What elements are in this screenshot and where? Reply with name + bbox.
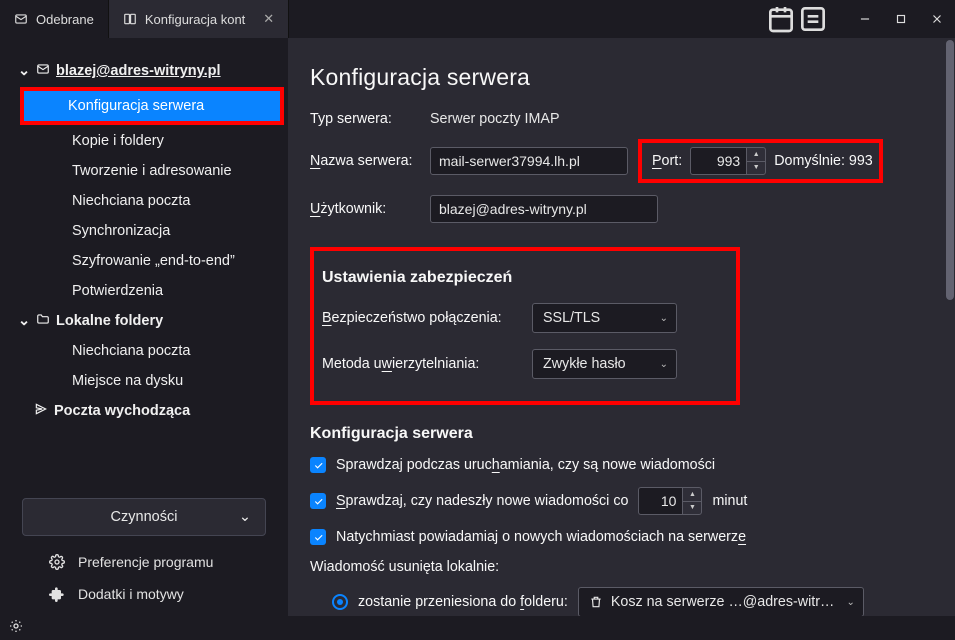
chevron-down-icon: ⌄ — [660, 313, 668, 324]
spin-up-icon[interactable]: ▲ — [683, 488, 701, 501]
port-input[interactable] — [690, 147, 746, 175]
check-interval-label: Sprawdzaj, czy nadeszły nowe wiadomości … — [336, 493, 628, 509]
tasks-icon[interactable] — [797, 0, 829, 38]
page-title: Konfiguracja serwera — [310, 64, 929, 91]
server-name-label: Nazwa serwera: — [310, 153, 420, 169]
maximize-button[interactable] — [883, 0, 919, 38]
folder-icon — [36, 312, 50, 330]
preferences-link[interactable]: Preferencje programu — [0, 546, 288, 578]
chevron-down-icon: ⌄ — [18, 313, 30, 329]
close-window-button[interactable] — [919, 0, 955, 38]
chevron-down-icon: ⌄ — [18, 63, 30, 79]
check-startup-label: Sprawdzaj podczas uruchamiania, czy są n… — [336, 457, 715, 473]
check-interval-input[interactable] — [638, 487, 682, 515]
close-tab-icon[interactable]: ✕ — [263, 11, 274, 27]
move-to-folder-radio[interactable] — [332, 594, 348, 610]
local-folders-label: Lokalne foldery — [56, 313, 163, 329]
envelope-icon — [36, 62, 50, 80]
connection-security-label: Bezpieczeństwo połączenia: — [322, 310, 522, 326]
account-email: blazej@adres-witryny.pl — [56, 63, 221, 79]
notify-label: Natychmiast powiadamiaj o nowych wiadomo… — [336, 529, 746, 545]
tab-account-config[interactable]: Konfiguracja kont ✕ — [109, 0, 289, 38]
tab-inbox[interactable]: Odebrane — [0, 0, 109, 38]
sidebar-item-local-junk[interactable]: Niechciana poczta — [0, 336, 288, 366]
chevron-down-icon: ⌄ — [660, 359, 668, 370]
spin-up-icon[interactable]: ▲ — [747, 148, 765, 161]
server-type-label: Typ serwera: — [310, 111, 420, 127]
addons-link[interactable]: Dodatki i motywy — [0, 578, 288, 610]
actions-label: Czynności — [111, 509, 178, 525]
actions-button[interactable]: Czynności ⌄ — [22, 498, 266, 536]
port-label: Port: — [652, 153, 682, 169]
deleted-locally-label: Wiadomość usunięta lokalnie: — [310, 559, 929, 575]
gear-icon — [48, 554, 66, 570]
sync-status-icon[interactable] — [8, 618, 24, 639]
trash-folder-select[interactable]: Kosz na serwerze …@adres-witryny.pl ⌄ — [578, 587, 864, 616]
account-node[interactable]: ⌄ blazej@adres-witryny.pl — [0, 56, 288, 86]
preferences-label: Preferencje programu — [78, 554, 213, 570]
statusbar — [0, 616, 955, 640]
sidebar: ⌄ blazej@adres-witryny.pl Konfiguracja s… — [0, 38, 288, 616]
outgoing-label: Poczta wychodząca — [54, 403, 190, 419]
sidebar-item-copies[interactable]: Kopie i foldery — [0, 126, 288, 156]
port-highlight: Port: ▲ ▼ Domyślnie: 993 — [638, 139, 883, 183]
outgoing-icon — [34, 402, 48, 420]
server-type-value: Serwer poczty IMAP — [430, 111, 560, 127]
sidebar-item-junk[interactable]: Niechciana poczta — [0, 186, 288, 216]
sidebar-item-e2e[interactable]: Szyfrowanie „end-to-end” — [0, 246, 288, 276]
minimize-button[interactable] — [847, 0, 883, 38]
sidebar-item-compose[interactable]: Tworzenie i adresowanie — [0, 156, 288, 186]
calendar-icon[interactable] — [765, 0, 797, 38]
local-folders-node[interactable]: ⌄ Lokalne foldery — [0, 306, 288, 336]
content-pane: Konfiguracja serwera Typ serwera: Serwer… — [288, 38, 955, 616]
connection-security-select[interactable]: SSL/TLS ⌄ — [532, 303, 677, 333]
sidebar-item-receipts[interactable]: Potwierdzenia — [0, 276, 288, 306]
puzzle-icon — [48, 586, 66, 602]
sidebar-item-server-config[interactable]: Konfiguracja serwera — [24, 91, 280, 121]
addons-label: Dodatki i motywy — [78, 586, 184, 602]
account-tree: ⌄ blazej@adres-witryny.pl Konfiguracja s… — [0, 56, 288, 426]
server-config-title: Konfiguracja serwera — [310, 425, 929, 443]
username-input[interactable] — [430, 195, 658, 223]
spin-down-icon[interactable]: ▼ — [747, 161, 765, 175]
inbox-icon — [14, 12, 28, 26]
port-default-label: Domyślnie: 993 — [774, 153, 873, 169]
chevron-down-icon: ⌄ — [239, 509, 251, 525]
accounts-icon — [123, 12, 137, 26]
security-title: Ustawienia zabezpieczeń — [322, 269, 718, 287]
tab-inbox-label: Odebrane — [36, 12, 94, 27]
titlebar: Odebrane Konfiguracja kont ✕ — [0, 0, 955, 38]
username-label: Użytkownik: — [310, 201, 420, 217]
notify-checkbox[interactable] — [310, 529, 326, 545]
interval-spinner[interactable]: ▲ ▼ — [682, 487, 702, 515]
check-interval-unit: minut — [712, 493, 747, 509]
auth-method-label: Metoda uwierzytelniania: — [322, 356, 522, 372]
check-startup-checkbox[interactable] — [310, 457, 326, 473]
sidebar-item-disk-space[interactable]: Miejsce na dysku — [0, 366, 288, 396]
move-to-folder-label: zostanie przeniesiona do folderu: — [358, 594, 568, 610]
chevron-down-icon: ⌄ — [846, 597, 854, 608]
security-highlight: Ustawienia zabezpieczeń Bezpieczeństwo p… — [310, 247, 740, 405]
tab-account-config-label: Konfiguracja kont — [145, 12, 245, 27]
scrollbar[interactable] — [945, 38, 955, 616]
scrollbar-thumb[interactable] — [946, 40, 954, 300]
spin-down-icon[interactable]: ▼ — [683, 501, 701, 515]
sidebar-item-sync[interactable]: Synchronizacja — [0, 216, 288, 246]
selection-highlight: Konfiguracja serwera — [20, 87, 284, 125]
server-name-input[interactable] — [430, 147, 628, 175]
check-interval-checkbox[interactable] — [310, 493, 326, 509]
trash-icon — [589, 595, 603, 609]
auth-method-select[interactable]: Zwykłe hasło ⌄ — [532, 349, 677, 379]
outgoing-node[interactable]: Poczta wychodząca — [0, 396, 288, 426]
port-spinner[interactable]: ▲ ▼ — [746, 147, 766, 175]
